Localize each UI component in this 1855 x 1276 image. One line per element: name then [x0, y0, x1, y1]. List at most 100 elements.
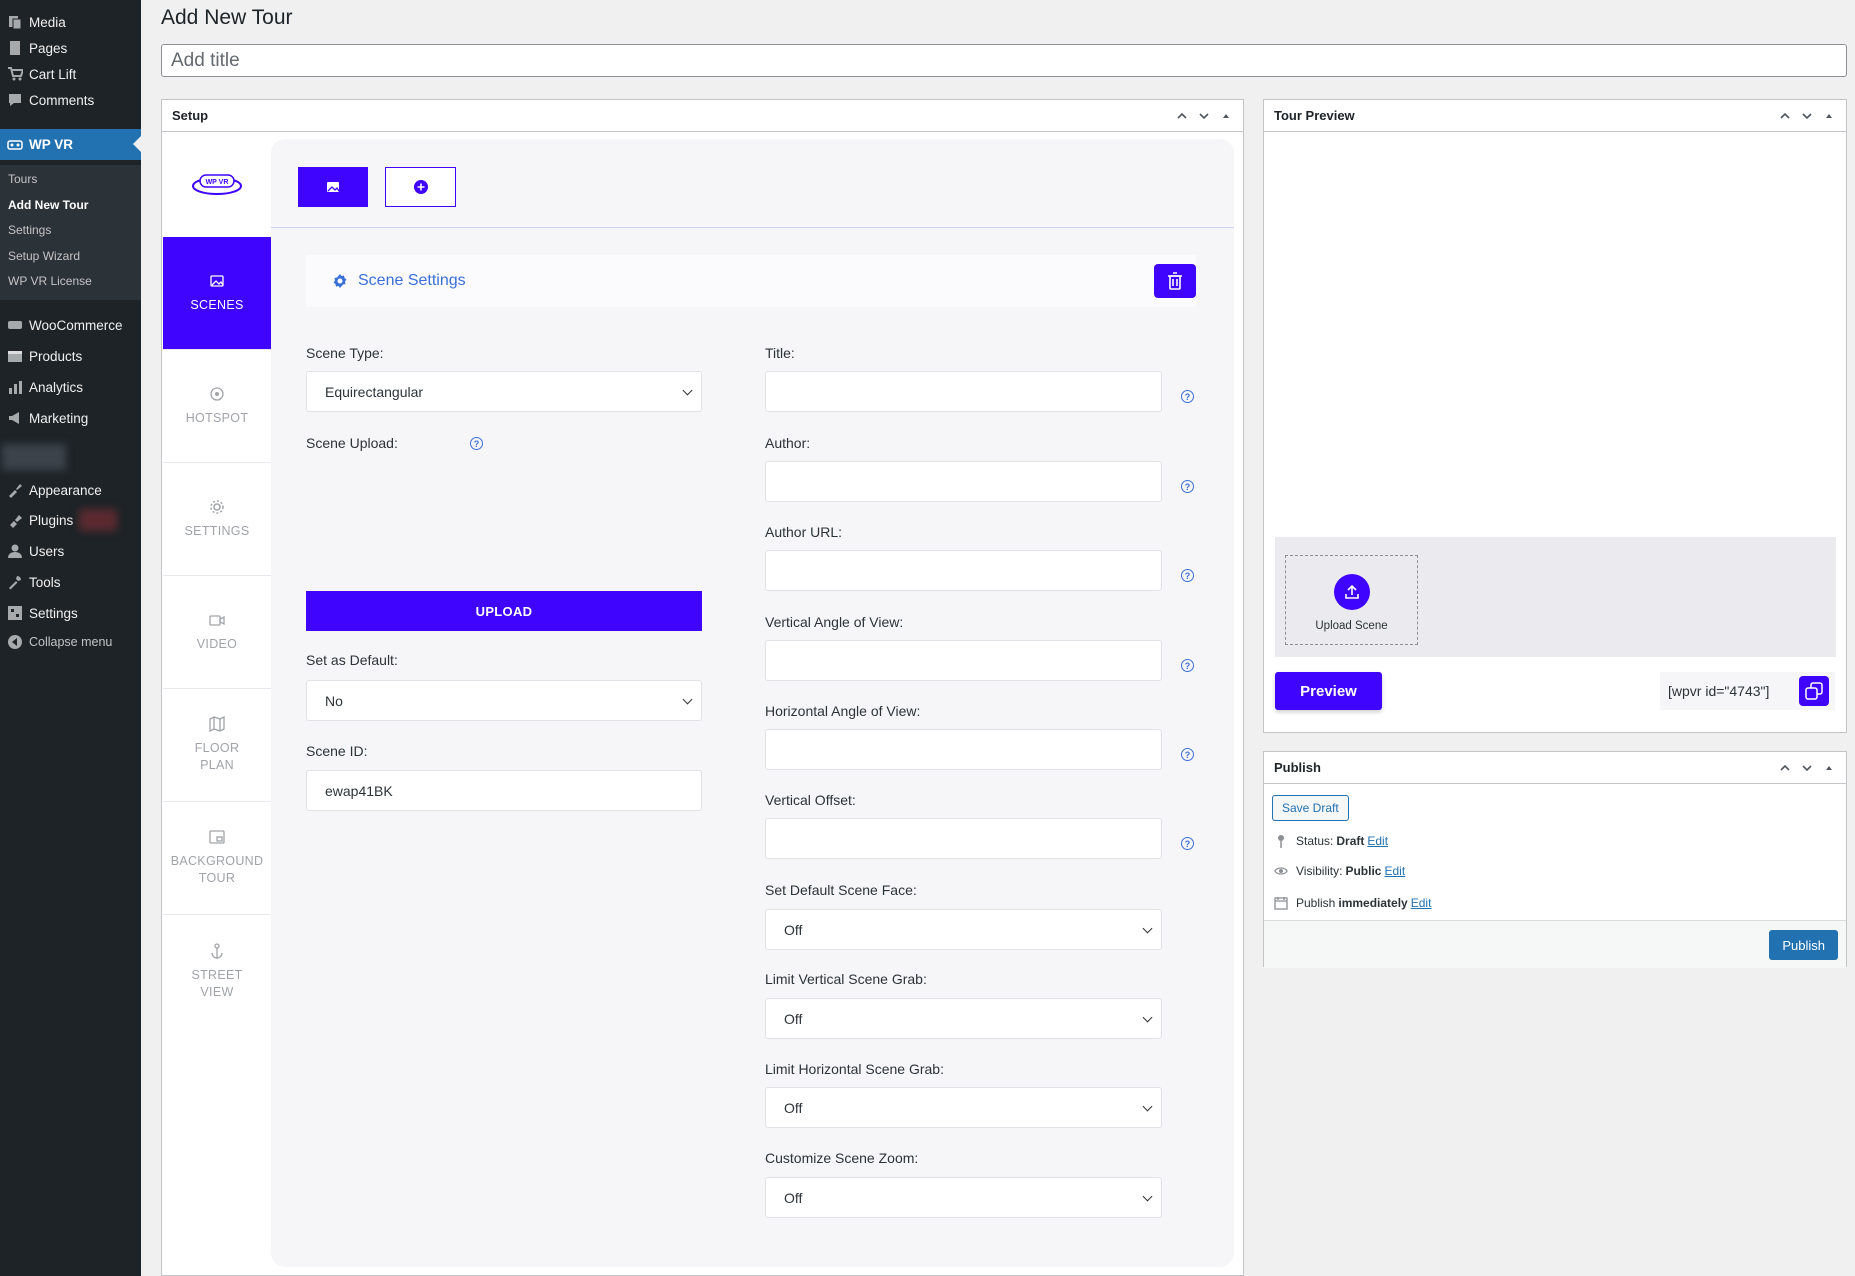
scene-settings-title: Scene Settings	[358, 272, 466, 289]
edit-schedule-link[interactable]: Edit	[1411, 896, 1432, 910]
menu-item-collapse[interactable]: Collapse menu	[0, 629, 141, 655]
submenu-add-new-tour[interactable]: Add New Tour	[8, 198, 88, 212]
select-value: Off	[784, 1099, 803, 1116]
tab-background-tour[interactable]: BACKGROUND TOUR	[163, 802, 271, 915]
author-url-input[interactable]	[765, 550, 1162, 591]
menu-label: WP VR	[29, 137, 74, 152]
save-draft-button[interactable]: Save Draft	[1272, 795, 1349, 821]
plugins-icon	[6, 511, 24, 529]
menu-item-cart-lift[interactable]: Cart Lift	[0, 61, 141, 87]
anchor-icon	[211, 942, 223, 959]
menu-item-plugins[interactable]: Plugins	[0, 507, 141, 533]
hgrab-select[interactable]: Off	[765, 1087, 1162, 1128]
move-up-icon[interactable]	[1175, 109, 1189, 123]
menu-item-woocommerce[interactable]: WooCommerce	[0, 312, 141, 338]
preview-button[interactable]: Preview	[1275, 672, 1382, 710]
tab-hotspot[interactable]: HOTSPOT	[163, 350, 271, 463]
pin-icon	[1274, 834, 1288, 848]
move-up-icon[interactable]	[1778, 761, 1792, 775]
move-down-icon[interactable]	[1800, 761, 1814, 775]
info-icon[interactable]: ?	[1181, 569, 1194, 582]
menu-label: Marketing	[29, 410, 89, 426]
menu-item-marketing[interactable]: Marketing	[0, 405, 141, 431]
tab-floor-plan[interactable]: FLOOR PLAN	[163, 689, 271, 802]
select-value: No	[325, 692, 343, 709]
haov-input[interactable]	[765, 729, 1162, 770]
scene-id-input[interactable]: ewap41BK	[306, 770, 702, 811]
menu-item-appearance[interactable]: Appearance	[0, 477, 141, 503]
select-value: Off	[784, 1010, 803, 1027]
toggle-panel-icon[interactable]	[1822, 761, 1836, 775]
vr-tab-sidebar: WP VR SCENES HOTSPOT SETTINGS VIDEO FLOO…	[163, 133, 271, 1028]
edit-visibility-link[interactable]: Edit	[1384, 864, 1405, 878]
info-icon[interactable]: ?	[1181, 659, 1194, 672]
hgrab-label: Limit Horizontal Scene Grab:	[765, 1061, 944, 1077]
menu-item-tools[interactable]: Tools	[0, 569, 141, 595]
move-up-icon[interactable]	[1778, 109, 1792, 123]
menu-label: Users	[29, 543, 65, 559]
publish-header: Publish	[1264, 752, 1846, 784]
menu-item-settings[interactable]: Settings	[0, 600, 141, 626]
info-icon[interactable]: ?	[1181, 390, 1194, 403]
vgrab-select[interactable]: Off	[765, 998, 1162, 1039]
tab-settings[interactable]: SETTINGS	[163, 463, 271, 576]
calendar-icon	[1274, 896, 1288, 910]
upload-scene-label: Upload Scene	[1315, 620, 1388, 632]
menu-item-media[interactable]: Media	[0, 9, 141, 35]
add-scene-button[interactable]	[385, 167, 456, 207]
zoom-select[interactable]: Off	[765, 1177, 1162, 1218]
video-icon	[209, 614, 225, 626]
visibility-value: Public	[1345, 864, 1382, 878]
move-down-icon[interactable]	[1197, 109, 1211, 123]
vaov-input[interactable]	[765, 640, 1162, 681]
menu-item-users[interactable]: Users	[0, 538, 141, 564]
submenu-setup-wizard[interactable]: Setup Wizard	[8, 249, 80, 263]
scenes-content: Scene Settings Scene Type: Equirectangul…	[271, 139, 1234, 1267]
submenu-license[interactable]: WP VR License	[8, 274, 92, 288]
tour-preview-header: Tour Preview	[1264, 100, 1846, 132]
upload-button[interactable]: UPLOAD	[306, 591, 702, 631]
status-row: Status: Draft Edit	[1274, 834, 1388, 848]
menu-label: Analytics	[29, 379, 84, 395]
menu-item-wp-vr[interactable]: WP VR	[0, 129, 141, 160]
scene-settings-bar: Scene Settings	[306, 255, 1196, 307]
submenu-settings[interactable]: Settings	[8, 223, 51, 237]
tab-street-view[interactable]: STREET VIEW	[163, 915, 271, 1028]
tab-scenes[interactable]: SCENES	[163, 237, 271, 350]
tab-video[interactable]: VIDEO	[163, 576, 271, 689]
menu-item-products[interactable]: Products	[0, 343, 141, 369]
menu-item-comments[interactable]: Comments	[0, 87, 141, 113]
tab-label: VIDEO	[196, 636, 238, 651]
info-icon[interactable]: ?	[1181, 837, 1194, 850]
set-default-select[interactable]: No	[306, 680, 702, 721]
move-down-icon[interactable]	[1800, 109, 1814, 123]
edit-status-link[interactable]: Edit	[1367, 834, 1388, 848]
tour-title-input[interactable]	[161, 44, 1847, 77]
scene-title-input[interactable]	[765, 371, 1162, 412]
input-value: ewap41BK	[325, 782, 393, 799]
page-title: Add New Tour	[161, 6, 293, 29]
upload-scene-dropzone[interactable]: Upload Scene	[1285, 555, 1418, 645]
voffset-input[interactable]	[765, 818, 1162, 859]
menu-item-analytics[interactable]: Analytics	[0, 374, 141, 400]
blurred-menu-item	[2, 444, 66, 470]
pages-icon	[6, 39, 24, 57]
delete-scene-button[interactable]	[1154, 264, 1196, 298]
setup-postbox: Setup WP VR SCENES HOTSPOT SETTINGS VIDE…	[161, 99, 1244, 1276]
tab-label: FLOOR PLAN	[194, 741, 240, 772]
toggle-panel-icon[interactable]	[1822, 109, 1836, 123]
copy-shortcode-button[interactable]	[1799, 676, 1829, 706]
scene-thumb-button[interactable]	[298, 167, 368, 207]
default-face-select[interactable]: Off	[765, 909, 1162, 950]
info-icon[interactable]: ?	[470, 437, 483, 450]
author-input[interactable]	[765, 461, 1162, 502]
divider	[271, 227, 1234, 228]
image-icon	[327, 182, 340, 192]
submenu-tours[interactable]: Tours	[8, 172, 37, 186]
info-icon[interactable]: ?	[1181, 748, 1194, 761]
publish-button[interactable]: Publish	[1769, 930, 1838, 960]
scene-type-select[interactable]: Equirectangular	[306, 371, 702, 412]
menu-item-pages[interactable]: Pages	[0, 35, 141, 61]
info-icon[interactable]: ?	[1181, 480, 1194, 493]
toggle-panel-icon[interactable]	[1219, 109, 1233, 123]
